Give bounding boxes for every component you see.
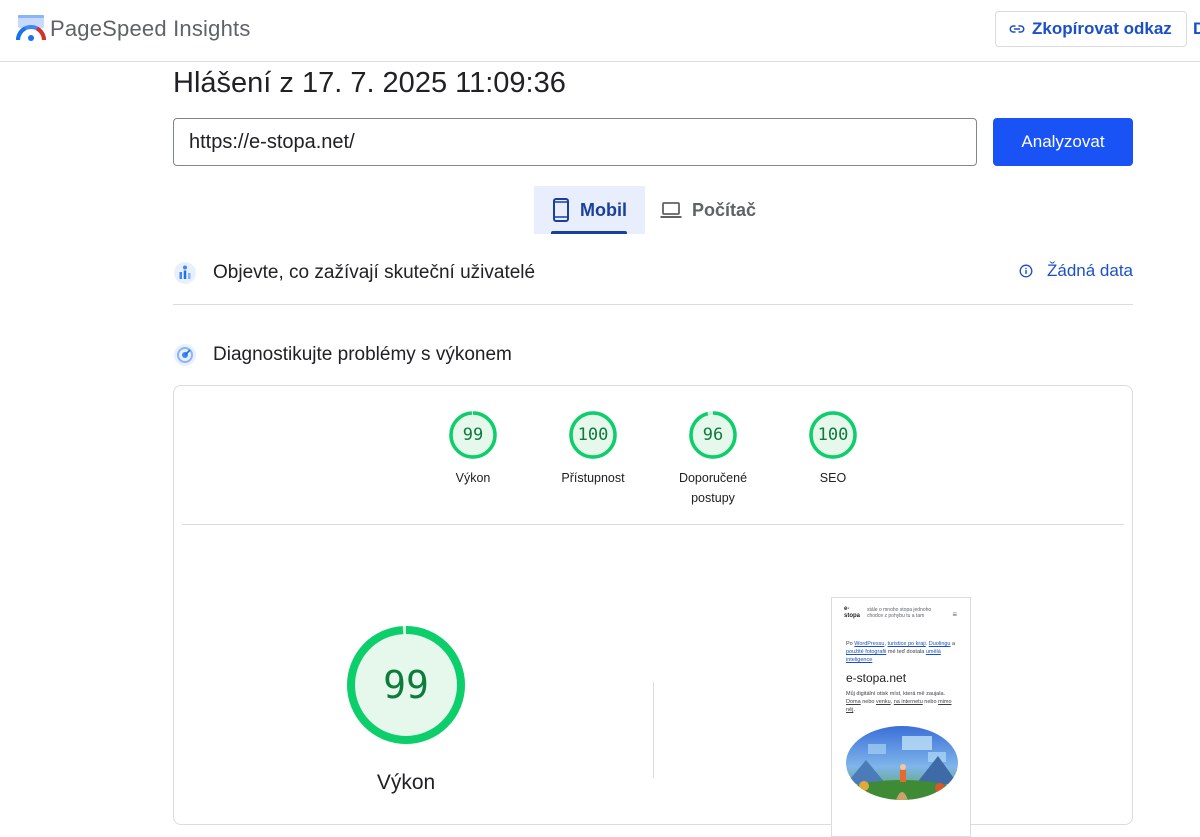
- thumb-brand-line1: e-: [844, 606, 850, 612]
- no-data-label: Žádná data: [1046, 261, 1133, 280]
- tab-desktop-label: Počítač: [692, 199, 757, 220]
- field-data-section: Objevte, co zažívají skuteční uživatelé …: [173, 259, 1133, 287]
- page-screenshot-thumbnail[interactable]: e- stopa stále o mnoho stopa jednoho cho…: [831, 597, 971, 837]
- thumb-tagline: stále o mnoho stopa jednoho chodce z poh…: [867, 607, 932, 619]
- link-icon: [1009, 25, 1025, 33]
- thumb-intro: Po WordPressu, turistice po kraji. Duoli…: [846, 640, 962, 664]
- laptop-icon: [660, 202, 682, 218]
- users-chart-icon: [174, 262, 196, 284]
- pagespeed-logo-icon[interactable]: [16, 14, 46, 42]
- score-value: 99: [462, 425, 484, 445]
- score-value: 100: [577, 425, 609, 445]
- score-label-best-practices: Doporučené postupy: [678, 471, 748, 505]
- thumb-menu-icon: ≡: [952, 610, 957, 619]
- app-title[interactable]: PageSpeed Insights: [50, 16, 251, 42]
- thumb-text: a: [950, 641, 956, 647]
- tab-desktop[interactable]: Počítač: [660, 186, 770, 234]
- smartphone-icon: [553, 198, 569, 222]
- thumb-brand: e- stopa: [844, 606, 860, 620]
- no-data-link[interactable]: Žádná data: [1019, 261, 1133, 281]
- diagnostics-gauge-icon: [174, 344, 196, 366]
- field-data-title: Objevte, co zažívají skuteční uživatelé: [213, 262, 536, 283]
- truncated-menu-button[interactable]: D: [1193, 19, 1200, 39]
- thumb-site-title: e-stopa.net: [846, 671, 907, 685]
- thumb-text: .: [853, 707, 855, 713]
- tab-selected-indicator: [551, 231, 627, 234]
- vertical-divider: [653, 682, 654, 778]
- thumb-text: mé teď dostala: [886, 649, 926, 655]
- report-title: Hlášení z 17. 7. 2025 11:09:36: [173, 67, 566, 99]
- thumb-hero-illustration: [846, 726, 958, 800]
- top-bar: PageSpeed Insights Zkopírovat odkaz D: [0, 0, 1200, 62]
- copy-link-button[interactable]: Zkopírovat odkaz: [995, 11, 1187, 47]
- thumb-link: Duolingu: [928, 641, 951, 647]
- thumb-description: Můj digitální otisk míst, která mě zauja…: [846, 690, 960, 714]
- score-value: 100: [817, 425, 849, 445]
- url-input[interactable]: [173, 118, 977, 166]
- score-label-seo: SEO: [819, 471, 847, 485]
- thumb-link: WordPressu: [854, 641, 885, 647]
- thumb-link: Doma: [846, 699, 861, 705]
- thumb-brand-line2: stopa: [844, 613, 861, 619]
- thumb-link: turistice po kraji: [887, 641, 926, 647]
- thumb-link: na internetu: [893, 699, 923, 705]
- copy-link-label: Zkopírovat odkaz: [1032, 19, 1172, 38]
- score-gauge-performance[interactable]: 99: [448, 410, 498, 460]
- score-value: 96: [702, 425, 724, 445]
- score-label-accessibility: Přístupnost: [561, 471, 625, 485]
- lab-data-title: Diagnostikujte problémy s výkonem: [213, 344, 512, 365]
- thumb-text: nebo: [922, 699, 939, 705]
- score-label-performance: Výkon: [455, 471, 491, 485]
- main-score-label: Výkon: [376, 771, 436, 794]
- score-gauge-best-practices[interactable]: 96: [688, 410, 738, 460]
- section-divider: [173, 304, 1133, 305]
- thumb-link: venku: [875, 699, 891, 705]
- tab-mobile[interactable]: Mobil: [534, 186, 645, 234]
- main-score-value: 99: [383, 663, 429, 707]
- score-gauge-accessibility[interactable]: 100: [568, 410, 618, 460]
- lab-data-section: Diagnostikujte problémy s výkonem: [173, 341, 1133, 369]
- analyze-button[interactable]: Analyzovat: [993, 118, 1133, 166]
- score-gauge-seo[interactable]: 100: [808, 410, 858, 460]
- card-divider: [182, 524, 1124, 525]
- main-score-gauge: 99: [345, 624, 467, 746]
- tab-mobile-label: Mobil: [580, 199, 627, 220]
- info-icon: [1019, 264, 1033, 278]
- thumb-text: nebo: [860, 699, 876, 705]
- thumb-text: Můj digitální otisk míst, která mě zauja…: [846, 691, 946, 697]
- scores-card: 99 Výkon 100 Přístupnost 96 Doporučené p…: [173, 385, 1133, 837]
- thumb-link: použité fotografii: [846, 649, 887, 655]
